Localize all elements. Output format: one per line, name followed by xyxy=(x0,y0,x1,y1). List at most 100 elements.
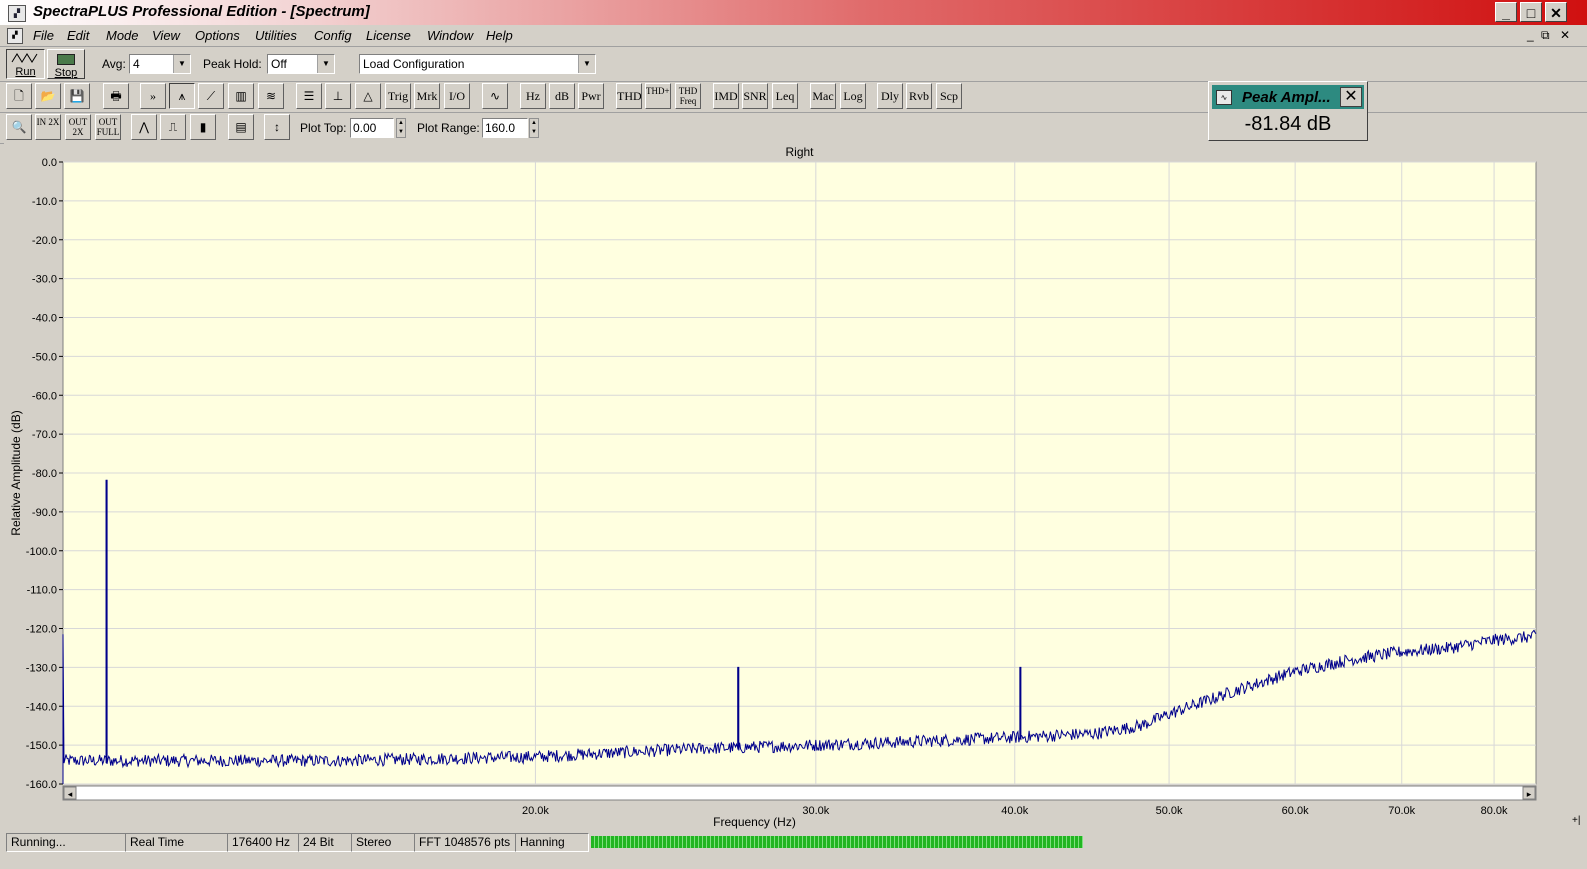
x-tick-label: 20.0k xyxy=(522,805,549,817)
menu-help[interactable]: Help xyxy=(486,28,513,43)
status-channels: Stereo xyxy=(351,833,415,852)
chevron-down-icon[interactable]: ▼ xyxy=(317,55,334,73)
waveform-icon: ∿ xyxy=(1216,90,1232,105)
spectrogram-icon[interactable]: ▥ xyxy=(228,83,254,109)
x-tick-label: 50.0k xyxy=(1156,805,1183,817)
new-icon[interactable]: 🗋 xyxy=(6,83,32,109)
bar-plot-icon[interactable]: ▮ xyxy=(190,114,216,140)
3d-surface-icon[interactable]: ≋ xyxy=(258,83,284,109)
menu-license[interactable]: License xyxy=(366,28,411,43)
menu-utilities[interactable]: Utilities xyxy=(255,28,297,43)
save-icon[interactable]: 💾 xyxy=(64,83,90,109)
y-tick-label: -140.0 xyxy=(26,701,57,713)
zoom-in-2x-icon[interactable]: IN 2X xyxy=(35,114,61,140)
zoom-out-2x-icon[interactable]: OUT 2X xyxy=(65,114,91,140)
stop-label: Stop xyxy=(54,67,78,79)
io-button[interactable]: I/O xyxy=(444,83,470,109)
run-button[interactable]: Run xyxy=(6,49,45,79)
y-tick-label: -130.0 xyxy=(26,662,57,674)
mdi-minimize-button[interactable]: _ xyxy=(1527,28,1534,42)
mdi-close-button[interactable]: ✕ xyxy=(1560,28,1570,42)
plot-range-spinner[interactable]: ▲ ▼ xyxy=(529,118,539,138)
imd-button[interactable]: IMD xyxy=(713,83,739,109)
fast-forward-icon[interactable]: » xyxy=(140,83,166,109)
leq-button[interactable]: Leq xyxy=(772,83,798,109)
peak-amplitude-panel[interactable]: ∿ Peak Ampl... ✕ -81.84 dB xyxy=(1208,81,1368,141)
close-button[interactable]: ✕ xyxy=(1545,2,1567,22)
chevron-down-icon[interactable]: ▼ xyxy=(578,55,595,73)
menu-window[interactable]: Window xyxy=(427,28,473,43)
app-icon[interactable]: ▞ xyxy=(8,5,26,22)
stop-button[interactable]: Stop xyxy=(47,49,85,79)
x-tick-label: 40.0k xyxy=(1001,805,1028,817)
run-label: Run xyxy=(15,66,36,78)
resize-grip-icon[interactable]: +| xyxy=(1572,815,1580,826)
scope-button[interactable]: Scp xyxy=(936,83,962,109)
configuration-value: Load Configuration xyxy=(363,57,465,71)
delay-button[interactable]: Dly xyxy=(877,83,903,109)
menu-file[interactable]: File xyxy=(33,28,54,43)
db-button[interactable]: dB xyxy=(549,83,575,109)
close-icon[interactable]: ✕ xyxy=(1340,87,1362,107)
plot-range-input[interactable]: 160.0 xyxy=(482,118,528,138)
side-strip: +| xyxy=(1568,143,1587,831)
plot-top-input[interactable]: 0.00 xyxy=(350,118,394,138)
plot-top-spinner[interactable]: ▲ ▼ xyxy=(396,118,406,138)
peak-hold-select[interactable]: Off ▼ xyxy=(267,54,335,74)
thd-freq-button[interactable]: THD Freq xyxy=(675,83,701,109)
step-plot-icon[interactable]: ⎍ xyxy=(160,114,186,140)
peak-panel-header[interactable]: ∿ Peak Ampl... ✕ xyxy=(1212,85,1364,109)
zoom-icon[interactable]: 🔍 xyxy=(6,114,32,140)
title-bar: ▞ SpectraPLUS Professional Edition - [Sp… xyxy=(0,0,1587,25)
y-tick-label: -120.0 xyxy=(26,624,57,636)
level-meter xyxy=(591,836,1083,848)
autoscale-icon[interactable]: ↕ xyxy=(264,114,290,140)
trig-button[interactable]: Trig xyxy=(385,83,411,109)
line-plot-icon[interactable]: ⋀ xyxy=(131,114,157,140)
menu-view[interactable]: View xyxy=(152,28,180,43)
plot-top-label: Plot Top: xyxy=(300,121,347,135)
document-icon[interactable]: ▞ xyxy=(7,28,23,44)
macro-button[interactable]: Mac xyxy=(810,83,836,109)
thd-n-button[interactable]: THD+N xyxy=(645,83,671,109)
maximize-button[interactable]: □ xyxy=(1520,2,1542,22)
menu-config[interactable]: Config xyxy=(314,28,352,43)
list-icon[interactable]: ☰ xyxy=(296,83,322,109)
avg-value: 4 xyxy=(133,57,140,71)
mdi-restore-button[interactable]: ⧉ xyxy=(1541,28,1550,43)
axis-icon[interactable]: ⊥ xyxy=(325,83,351,109)
menu-options[interactable]: Options xyxy=(195,28,240,43)
configuration-select[interactable]: Load Configuration ▼ xyxy=(359,54,596,74)
y-tick-label: -90.0 xyxy=(32,507,57,519)
y-tick-label: -100.0 xyxy=(26,546,57,558)
power-button[interactable]: Pwr xyxy=(578,83,604,109)
y-tick-label: -50.0 xyxy=(32,351,57,363)
hz-button[interactable]: Hz xyxy=(520,83,546,109)
minimize-button[interactable]: _ xyxy=(1495,2,1517,22)
ramp-icon[interactable]: ⟋ xyxy=(198,83,224,109)
window-title: SpectraPLUS Professional Edition - [Spec… xyxy=(33,3,370,20)
reverb-button[interactable]: Rvb xyxy=(906,83,932,109)
stop-icon xyxy=(57,54,75,65)
spectrum-chart[interactable]: Right 0.0 -10.0 -20.0 -30.0 -40.0 -50.0 -60.0 -7… xyxy=(4,143,1568,831)
print-icon[interactable]: 🖶 xyxy=(103,83,129,109)
log-button[interactable]: Log xyxy=(840,83,866,109)
chevron-down-icon[interactable]: ▼ xyxy=(173,55,190,73)
peak-icon[interactable]: △ xyxy=(355,83,381,109)
spectrum-view-icon[interactable]: ⩚ xyxy=(169,83,195,109)
snr-button[interactable]: SNR xyxy=(742,83,768,109)
open-icon[interactable]: 📂 xyxy=(35,83,61,109)
avg-select[interactable]: 4 ▼ xyxy=(129,54,191,74)
grid-toggle-icon[interactable]: ▤ xyxy=(228,114,254,140)
y-tick-label: -30.0 xyxy=(32,274,57,286)
menu-bar: ▞ File Edit Mode View Options Utilities … xyxy=(0,26,1587,47)
marker-button[interactable]: Mrk xyxy=(414,83,440,109)
thd-button[interactable]: THD xyxy=(616,83,642,109)
spectrum-plot[interactable]: Right 0.0 -10.0 -20.0 -30.0 -40.0 -50.0 -60.0 -7… xyxy=(4,143,1568,831)
zoom-out-full-icon[interactable]: OUT FULL xyxy=(95,114,121,140)
menu-mode[interactable]: Mode xyxy=(106,28,139,43)
sine-generator-icon[interactable]: ∿ xyxy=(482,83,508,109)
menu-edit[interactable]: Edit xyxy=(67,28,89,43)
y-tick-label: -150.0 xyxy=(26,740,57,752)
status-fft-size: FFT 1048576 pts xyxy=(414,833,516,852)
